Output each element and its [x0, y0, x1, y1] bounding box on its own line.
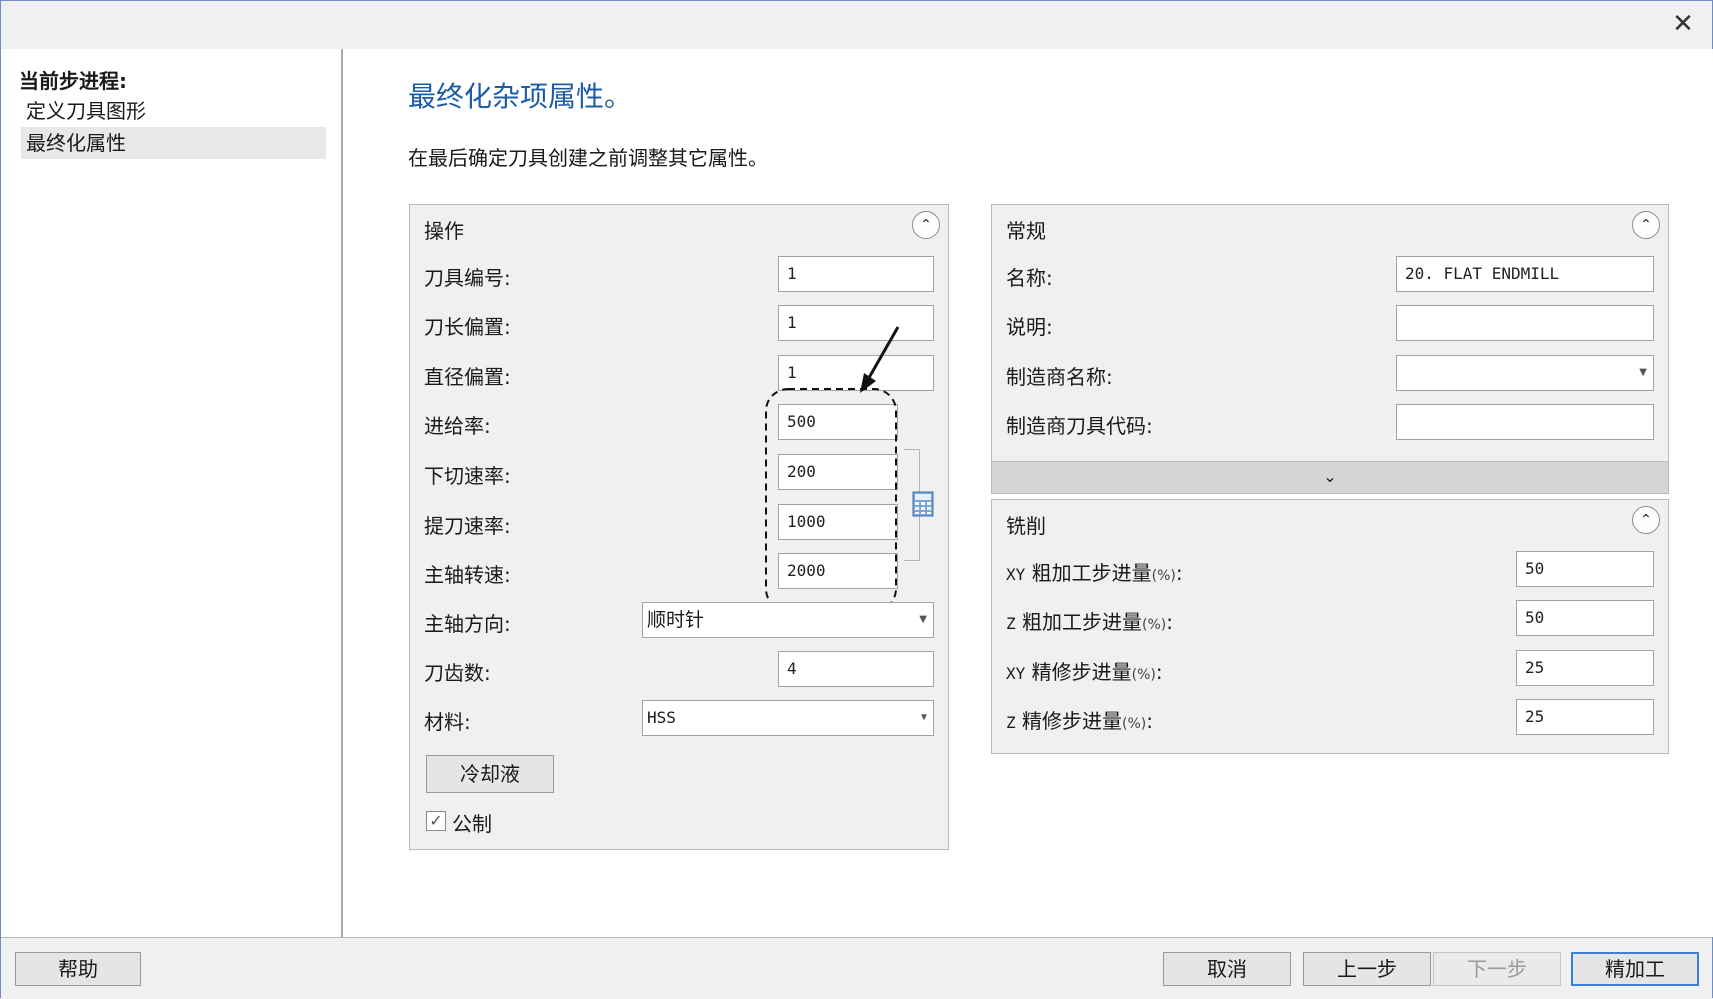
main-content: 最终化杂项属性。 在最后确定刀具创建之前调整其它属性。 操作 ⌃ 刀具编号: 1… — [345, 49, 1713, 937]
xy-rough-prefix: XY — [1006, 565, 1026, 584]
back-button[interactable]: 上一步 — [1303, 952, 1431, 986]
z-finish-colon: : — [1146, 709, 1153, 733]
diameter-offset-label: 直径偏置: — [424, 365, 511, 389]
manufacturer-name-dropdown[interactable]: ▼ — [1396, 355, 1654, 391]
general-panel: 常规 ⌃ 名称: 20. FLAT ENDMILL 说明: 制造商名称: ▼ 制… — [991, 204, 1669, 494]
metric-checkbox[interactable]: ✓ — [426, 811, 446, 831]
spindle-direction-value: 顺时针 — [647, 609, 705, 631]
milling-panel-header: 铣削 — [1006, 514, 1046, 538]
tool-number-label: 刀具编号: — [424, 266, 511, 290]
xy-finish-text: 精修步进量 — [1031, 660, 1132, 684]
flute-count-label: 刀齿数: — [424, 661, 491, 685]
general-panel-header: 常规 — [1006, 219, 1046, 243]
annotation-overlay — [765, 326, 900, 612]
calculator-icon[interactable] — [912, 491, 934, 517]
close-icon[interactable]: ✕ — [1666, 9, 1700, 39]
sidebar-item-define-tool-shape[interactable]: 定义刀具图形 — [21, 95, 326, 127]
xy-rough-unit: (%) — [1151, 568, 1176, 584]
z-rough-text: 粗加工步进量 — [1022, 610, 1142, 634]
operation-panel-header: 操作 — [424, 219, 464, 243]
plunge-rate-label: 下切速率: — [424, 464, 511, 488]
manufacturer-name-label: 制造商名称: — [1006, 365, 1113, 389]
next-button[interactable]: 下一步 — [1433, 952, 1561, 986]
coolant-button[interactable]: 冷却液 — [426, 755, 554, 793]
footer-bar: 帮助 取消 上一步 下一步 精加工 — [1, 937, 1712, 999]
material-dropdown[interactable]: HSS ▼ — [642, 700, 934, 736]
chevron-down-icon: ▼ — [919, 614, 927, 625]
z-rough-prefix: Z — [1006, 614, 1016, 633]
sidebar-item-finalize-properties[interactable]: 最终化属性 — [21, 127, 326, 159]
xy-rough-text: 粗加工步进量 — [1031, 561, 1152, 585]
material-value: HSS — [647, 708, 676, 727]
milling-panel: 铣削 ⌃ XY 粗加工步进量(%): 50 Z 粗加工步进量(%): 50 XY… — [991, 499, 1669, 754]
xy-finish-unit: (%) — [1131, 667, 1156, 683]
retract-rate-label: 提刀速率: — [424, 514, 511, 538]
manufacturer-tool-code-field[interactable] — [1396, 404, 1654, 440]
chevron-down-icon: ▼ — [1639, 367, 1647, 378]
xy-rough-stepover-label: XY 粗加工步进量(%): — [1006, 557, 1183, 586]
spindle-speed-label: 主轴转速: — [424, 563, 511, 587]
help-button[interactable]: 帮助 — [15, 952, 141, 986]
step-sidebar: 当前步进程: 定义刀具图形 最终化属性 — [1, 49, 343, 937]
chevron-down-icon: ⌄ — [1323, 467, 1337, 486]
chevron-up-icon[interactable]: ⌃ — [1632, 211, 1660, 239]
description-field[interactable] — [1396, 305, 1654, 341]
feed-rate-label: 进给率: — [424, 414, 491, 438]
operation-panel: 操作 ⌃ 刀具编号: 1 刀长偏置: 1 直径偏置: 1 进给率: 500 下切… — [409, 204, 949, 850]
xy-finish-colon: : — [1155, 660, 1163, 684]
page-description: 在最后确定刀具创建之前调整其它属性。 — [408, 146, 768, 170]
length-offset-label: 刀长偏置: — [424, 315, 511, 339]
name-field[interactable]: 20. FLAT ENDMILL — [1396, 256, 1654, 292]
name-label: 名称: — [1006, 266, 1053, 290]
metric-label: 公制 — [452, 812, 492, 836]
chevron-up-icon[interactable]: ⌃ — [912, 211, 940, 239]
chevron-up-icon[interactable]: ⌃ — [1632, 506, 1660, 534]
chevron-down-icon: ▼ — [920, 712, 927, 723]
manufacturer-tool-code-label: 制造商刀具代码: — [1006, 414, 1153, 438]
z-finish-text: 精修步进量 — [1022, 709, 1122, 733]
flute-count-field[interactable]: 4 — [778, 651, 934, 687]
description-label: 说明: — [1006, 315, 1053, 339]
more-options-expander[interactable]: ⌄ — [992, 461, 1668, 493]
spindle-direction-dropdown[interactable]: 顺时针 ▼ — [642, 602, 934, 638]
title-bar: ✕ — [1, 1, 1712, 49]
xy-rough-colon: : — [1175, 561, 1183, 585]
z-rough-unit: (%) — [1142, 617, 1167, 633]
xy-rough-stepover-field[interactable]: 50 — [1516, 551, 1654, 587]
z-finish-stepdown-field[interactable]: 25 — [1516, 699, 1654, 735]
z-rough-stepdown-label: Z 粗加工步进量(%): — [1006, 606, 1173, 635]
page-title: 最终化杂项属性。 — [408, 80, 633, 113]
cancel-button[interactable]: 取消 — [1163, 952, 1291, 986]
xy-finish-prefix: XY — [1006, 664, 1026, 683]
z-finish-unit: (%) — [1122, 716, 1147, 732]
z-rough-stepdown-field[interactable]: 50 — [1516, 600, 1654, 636]
tool-wizard-window: ✕ 当前步进程: 定义刀具图形 最终化属性 最终化杂项属性。 在最后确定刀具创建… — [0, 0, 1713, 999]
tool-number-field[interactable]: 1 — [778, 256, 934, 292]
sidebar-heading: 当前步进程: — [19, 69, 127, 93]
z-rough-colon: : — [1166, 610, 1173, 634]
z-finish-prefix: Z — [1006, 713, 1016, 732]
xy-finish-stepover-label: XY 精修步进量(%): — [1006, 656, 1163, 685]
xy-finish-stepover-field[interactable]: 25 — [1516, 650, 1654, 686]
finish-button[interactable]: 精加工 — [1571, 952, 1699, 986]
spindle-direction-label: 主轴方向: — [424, 612, 511, 636]
z-finish-stepdown-label: Z 精修步进量(%): — [1006, 705, 1153, 734]
material-label: 材料: — [424, 710, 471, 734]
